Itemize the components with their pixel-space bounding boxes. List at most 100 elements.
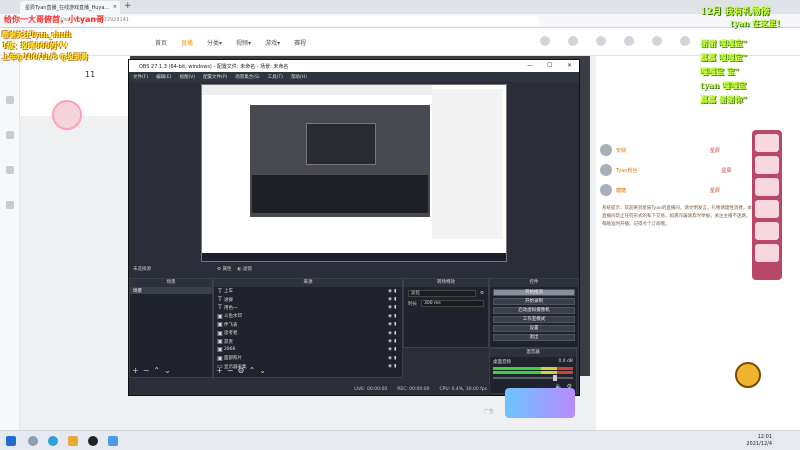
gift-slot[interactable]: [755, 200, 779, 218]
lock-icon[interactable]: ▮: [394, 322, 400, 327]
duration-row: 时长 300 ms: [408, 300, 484, 307]
sources-dock: 来源 T 上车 ◉ ▮ T 进群 ◉ ▮ T 用色一 ◉ ▮ ▣ 斗鱼水印 ◉ ▮ ▣ 伴飞表 ◉ ▮ ▣ 思考者 ◉ ▮ ▣ 昂…: [213, 278, 403, 378]
obs-menu-item[interactable]: 视图(V): [179, 74, 195, 80]
nav-item[interactable]: 游戏▾: [265, 38, 280, 47]
text-source-icon: T: [218, 287, 222, 295]
remove-source-icon[interactable]: −: [227, 366, 234, 375]
rail-game-icon[interactable]: [6, 166, 14, 174]
upload-icon[interactable]: [624, 36, 634, 46]
source-item[interactable]: ▣ 思考者 ◉ ▮: [214, 329, 402, 337]
volume-slider[interactable]: [493, 375, 573, 381]
source-item[interactable]: ▣ 斗鱼水印 ◉ ▮: [214, 312, 402, 320]
obs-menu-item[interactable]: 文件(F): [133, 74, 148, 80]
subscribe-icon[interactable]: [540, 36, 550, 46]
add-scene-icon[interactable]: +: [132, 366, 139, 375]
control-button[interactable]: 工作室模式: [493, 316, 575, 323]
system-clock[interactable]: 12:01 2021/12/4: [746, 434, 772, 448]
source-item[interactable]: ▣ 昂贵 ◉ ▮: [214, 337, 402, 345]
rail-home-icon[interactable]: [6, 96, 14, 104]
browser-tab[interactable]: 星辰Tyan直播_在线游戏直播_Huya... ×: [20, 1, 120, 14]
lock-icon[interactable]: ▮: [394, 305, 400, 310]
control-button[interactable]: 设置: [493, 325, 575, 332]
start-icon[interactable]: [6, 436, 16, 446]
source-settings-icon[interactable]: ⚙: [237, 366, 244, 375]
remove-scene-icon[interactable]: −: [143, 366, 150, 375]
control-button[interactable]: 开始推流: [493, 289, 575, 296]
transition-select[interactable]: 淡化: [408, 290, 476, 297]
transition-settings-icon[interactable]: ⚙: [480, 291, 484, 296]
source-item[interactable]: T 用色一 ◉ ▮: [214, 304, 402, 312]
maximize-icon[interactable]: ☐: [547, 62, 552, 69]
gift-slot[interactable]: [755, 222, 779, 240]
search-icon[interactable]: [28, 436, 38, 446]
close-icon[interactable]: ✕: [567, 62, 572, 69]
nav-item[interactable]: 首页: [155, 38, 167, 47]
nav-item[interactable]: 分类▾: [207, 38, 222, 47]
filters-button[interactable]: ◐ 滤镜: [237, 266, 251, 272]
chat-avatar: [600, 144, 612, 156]
obs-menu-item[interactable]: 场景集合(S): [235, 74, 259, 80]
gift-slot[interactable]: [755, 178, 779, 196]
promo-banner[interactable]: [505, 388, 575, 418]
gift-slot[interactable]: [755, 156, 779, 174]
add-source-icon[interactable]: +: [216, 366, 223, 375]
nav-item[interactable]: 赛程: [294, 38, 306, 47]
gift-slot[interactable]: [755, 134, 779, 152]
message-icon[interactable]: [652, 36, 662, 46]
tab-close-icon[interactable]: ×: [113, 4, 117, 10]
obs-preview[interactable]: [201, 84, 507, 262]
source-label: 昂贵: [224, 339, 233, 345]
move-up-icon[interactable]: ⌃: [249, 366, 256, 375]
url-input[interactable]: https://www.huya.com/22928141: [40, 16, 540, 26]
lock-icon[interactable]: ▮: [394, 347, 400, 352]
left-rail: [0, 56, 20, 430]
obs-menu-item[interactable]: 编辑(E): [156, 74, 171, 80]
chat-avatar: [600, 184, 612, 196]
browser-icon[interactable]: [48, 436, 58, 446]
source-label: 伴飞表: [224, 322, 238, 328]
medal-badge-icon[interactable]: [735, 362, 761, 388]
streamer-avatar[interactable]: [52, 100, 82, 130]
lock-icon[interactable]: ▮: [394, 331, 400, 336]
control-button[interactable]: 启动虚拟摄像机: [493, 307, 575, 314]
duration-input[interactable]: 300 ms: [421, 300, 484, 307]
lock-icon[interactable]: ▮: [394, 289, 400, 294]
rail-video-icon[interactable]: [6, 201, 14, 209]
source-label: 上车: [224, 289, 233, 295]
history-icon[interactable]: [568, 36, 578, 46]
minimize-icon[interactable]: —: [527, 62, 533, 69]
app-icon[interactable]: [108, 436, 118, 446]
lock-icon[interactable]: ▮: [394, 314, 400, 319]
source-item[interactable]: ▣ 伴飞表 ◉ ▮: [214, 321, 402, 329]
rail-live-icon[interactable]: [6, 131, 14, 139]
source-item[interactable]: ▣ 面部照片 ◉ ▮: [214, 354, 402, 362]
properties-button[interactable]: ⚙ 属性: [217, 266, 231, 272]
user-avatar-icon[interactable]: [680, 36, 690, 46]
obs-menu-item[interactable]: 工具(T): [268, 74, 283, 80]
scene-item[interactable]: 场景: [130, 287, 212, 294]
client-icon[interactable]: [596, 36, 606, 46]
obs-menu-item[interactable]: 配置文件(P): [203, 74, 227, 80]
source-item[interactable]: T 进群 ◉ ▮: [214, 295, 402, 303]
lock-icon[interactable]: ▮: [394, 356, 400, 361]
gift-slot[interactable]: [755, 244, 779, 262]
lock-icon[interactable]: ▮: [394, 297, 400, 302]
move-up-icon[interactable]: ⌃: [153, 366, 160, 375]
move-down-icon[interactable]: ⌄: [259, 366, 266, 375]
chat-user-name: Tyan粉丝: [616, 167, 638, 174]
volume-knob[interactable]: [553, 375, 557, 381]
control-button[interactable]: 退出: [493, 334, 575, 341]
new-tab-button[interactable]: +: [124, 1, 132, 11]
folder-icon[interactable]: [68, 436, 78, 446]
source-item[interactable]: ▣ 2866 ◉ ▮: [214, 346, 402, 354]
nav-item[interactable]: 视频▾: [236, 38, 251, 47]
obs-menu-item[interactable]: 帮助(H): [291, 74, 307, 80]
nav-item[interactable]: 直播: [181, 38, 193, 47]
lock-icon[interactable]: ▮: [394, 364, 400, 369]
lock-icon[interactable]: ▮: [394, 339, 400, 344]
source-item[interactable]: T 上车 ◉ ▮: [214, 287, 402, 295]
gift-panel: [752, 130, 782, 280]
move-down-icon[interactable]: ⌄: [164, 366, 171, 375]
control-button[interactable]: 开始录制: [493, 298, 575, 305]
obs-icon[interactable]: [88, 436, 98, 446]
